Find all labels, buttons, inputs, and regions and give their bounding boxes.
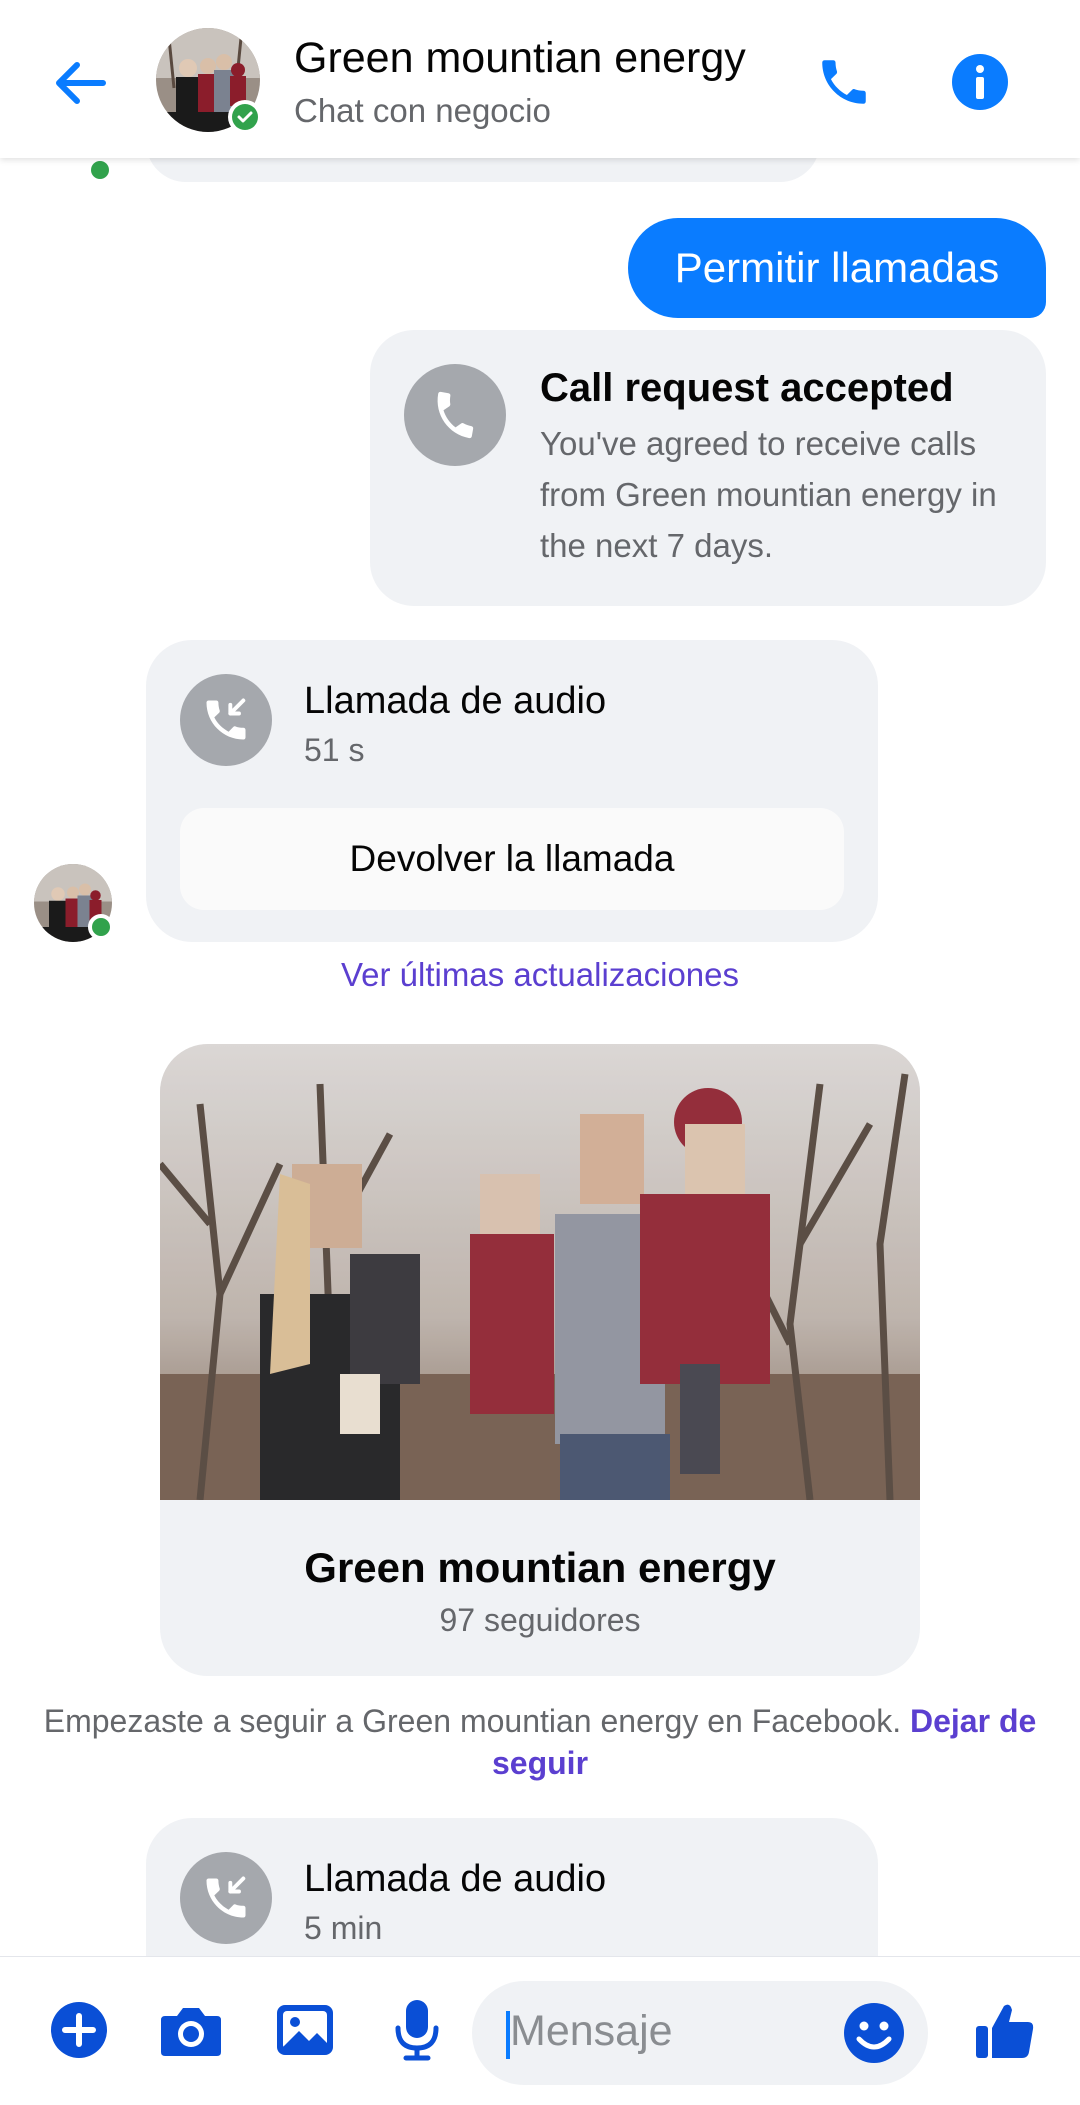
like-button[interactable] (970, 1995, 1040, 2065)
check-icon (232, 104, 258, 130)
chat-header: Green mountian energy Chat con negocio (0, 0, 1080, 158)
business-name: Green mountian energy (304, 1544, 776, 1591)
phone-icon (404, 364, 506, 466)
online-indicator (88, 914, 114, 940)
call-request-accepted-card: Call request accepted You've agreed to r… (370, 330, 1046, 606)
message-input[interactable]: Mensaje (472, 1981, 928, 2085)
verified-badge (228, 100, 262, 134)
gallery-button[interactable] (270, 1995, 340, 2065)
thumbs-up-icon (976, 2004, 1034, 2058)
call-back-button[interactable]: Devolver la llamada (180, 808, 844, 910)
microphone-icon (395, 2000, 439, 2061)
call-duration: 5 min (304, 1910, 383, 1946)
message-placeholder: Mensaje (510, 2007, 673, 2055)
back-arrow-icon (56, 62, 106, 104)
followers-count: 97 seguidores (439, 1602, 641, 1638)
call-duration: 51 s (304, 732, 365, 768)
composer-bar: Mensaje (0, 1956, 1080, 2105)
accepted-body: You've agreed to receive calls from Gree… (540, 425, 997, 564)
audio-call-card: Llamada de audio 51 s Devolver la llamad… (146, 640, 878, 942)
sender-avatar[interactable] (34, 864, 114, 942)
accepted-title: Call request accepted (540, 366, 954, 410)
follow-notice: Empezaste a seguir a Green mountian ener… (40, 1700, 1040, 1784)
plus-icon (51, 2002, 107, 2058)
cover-photo (160, 1044, 920, 1500)
call-title: Llamada de audio (304, 1858, 607, 1900)
page-subtitle: Chat con negocio (294, 92, 551, 129)
incoming-call-icon (180, 1852, 272, 1944)
emoji-icon[interactable] (842, 2001, 906, 2065)
voice-message-button[interactable] (382, 1995, 452, 2065)
page-title[interactable]: Green mountian energy (294, 34, 746, 83)
info-icon (952, 54, 1008, 110)
call-title: Llamada de audio (304, 680, 607, 722)
business-avatar[interactable] (156, 28, 262, 134)
back-button[interactable] (44, 48, 114, 118)
gallery-icon (277, 2005, 333, 2055)
see-latest-updates-link[interactable]: Ver últimas actualizaciones (0, 956, 1080, 994)
camera-icon (161, 2008, 221, 2056)
camera-button[interactable] (156, 1995, 226, 2065)
more-actions-button[interactable] (44, 1995, 114, 2065)
phone-icon (822, 60, 866, 104)
info-button[interactable] (942, 44, 1018, 120)
voice-call-button[interactable] (806, 44, 882, 120)
sent-message-bubble[interactable]: Permitir llamadas (628, 218, 1046, 318)
incoming-call-icon (180, 674, 272, 766)
follow-notice-text: Empezaste a seguir a Green mountian ener… (43, 1703, 910, 1739)
